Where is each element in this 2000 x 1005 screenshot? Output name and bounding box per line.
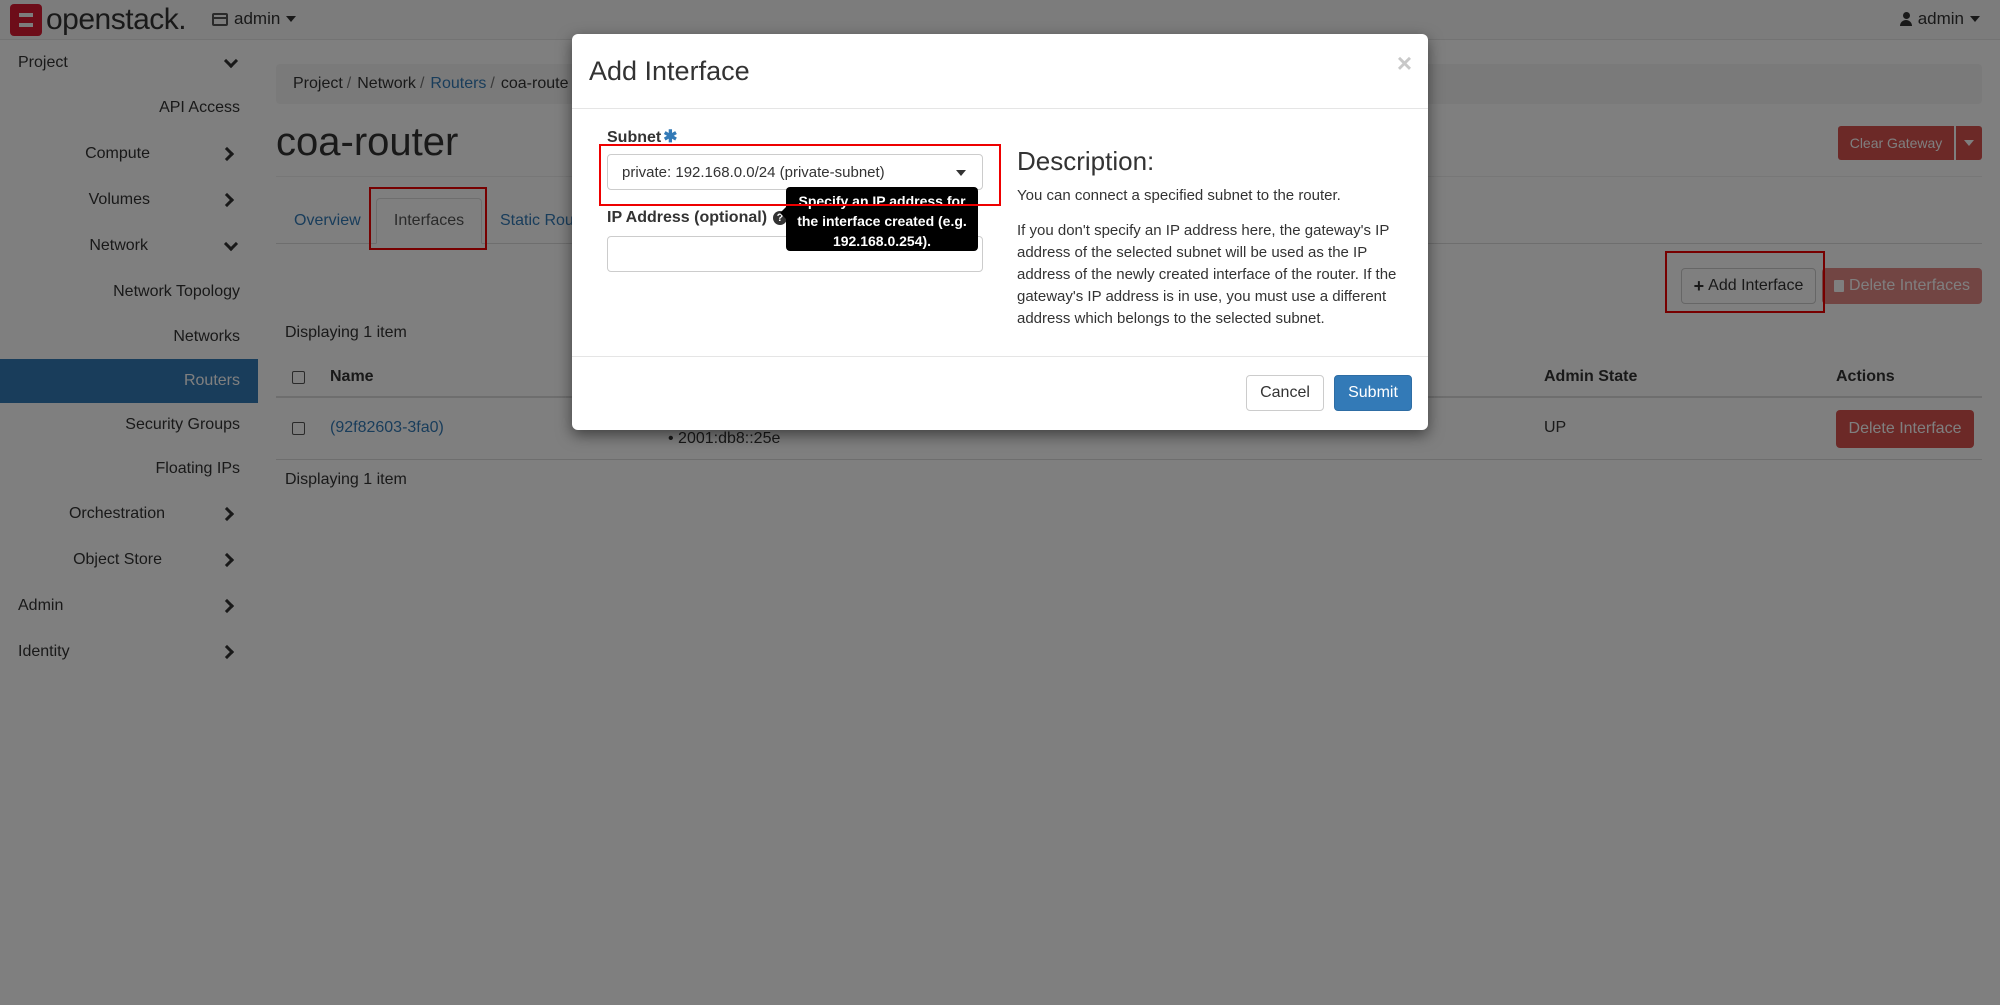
ip-address-label: IP Address (optional)? — [607, 209, 788, 227]
ip-address-label-text: IP Address (optional) — [607, 209, 768, 226]
add-interface-modal: Add Interface × Subnet ✱ private: 192.168… — [572, 34, 1428, 430]
submit-button[interactable]: Submit — [1334, 375, 1412, 411]
cancel-button[interactable]: Cancel — [1246, 375, 1324, 411]
description-text: If you don't specify an IP address here,… — [1017, 222, 1397, 327]
modal-title: Add Interface — [589, 56, 750, 86]
description-text: You can connect a specified subnet to th… — [1017, 187, 1341, 204]
description-heading: Description: — [1017, 146, 1155, 176]
close-icon[interactable]: × — [1397, 48, 1412, 79]
highlight-box — [599, 144, 1001, 206]
modal-header: Add Interface × — [572, 34, 1428, 109]
